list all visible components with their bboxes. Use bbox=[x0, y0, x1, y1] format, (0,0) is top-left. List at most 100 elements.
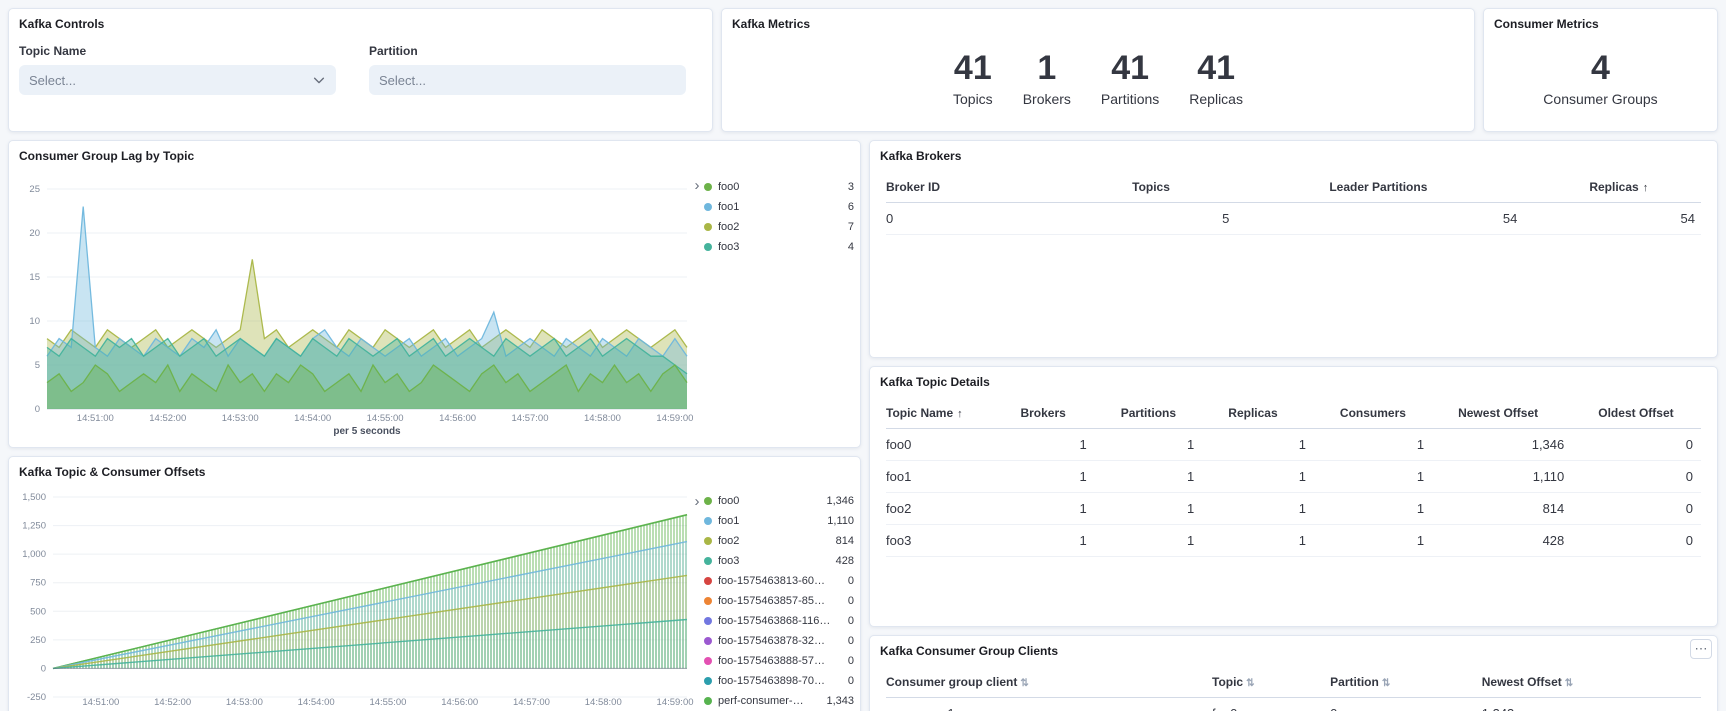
legend-color-dot bbox=[704, 657, 712, 665]
legend-series-value: 814 bbox=[836, 535, 854, 547]
table-cell: 1 bbox=[1121, 525, 1229, 557]
column-header-leader-partitions[interactable]: Leader Partitions bbox=[1329, 171, 1589, 203]
legend-item-foo-1575463868-116-[interactable]: foo-1575463868-116…0 bbox=[704, 611, 854, 631]
partition-select[interactable]: Select... bbox=[369, 65, 686, 95]
legend-item-foo0[interactable]: foo03 bbox=[704, 177, 854, 197]
svg-text:0: 0 bbox=[35, 404, 40, 415]
legend-item-perf-consumer-[interactable]: perf-consumer-…1,343 bbox=[704, 691, 854, 711]
panel-kafka-controls: Kafka Controls Topic Name Select... Part… bbox=[8, 8, 713, 132]
metrics-row: 41 Topics 1 Brokers 41 Partitions 41 Rep… bbox=[722, 51, 1474, 107]
legend-series-name: foo-1575463878-32… bbox=[718, 635, 842, 647]
table-cell: 0 bbox=[1330, 698, 1482, 711]
legend-item-foo3[interactable]: foo34 bbox=[704, 237, 854, 257]
column-header-topics[interactable]: Topics bbox=[1132, 171, 1329, 203]
column-header-topic-name[interactable]: Topic Name↑ bbox=[886, 397, 1020, 429]
table-cell: 54 bbox=[1589, 203, 1701, 235]
legend-item-foo3[interactable]: foo3428 bbox=[704, 551, 854, 571]
panel-kafka-consumer-group-clients: ⋯ Kafka Consumer Group Clients Consumer … bbox=[869, 635, 1718, 711]
column-header-topic[interactable]: Topic⇅ bbox=[1212, 666, 1330, 698]
panel-title: Kafka Topic Details bbox=[870, 367, 1717, 393]
column-header-newest-offset[interactable]: Newest Offset⇅ bbox=[1482, 666, 1701, 698]
panel-kafka-metrics: Kafka Metrics 41 Topics 1 Brokers 41 Par… bbox=[721, 8, 1475, 132]
svg-text:14:52:00: 14:52:00 bbox=[154, 697, 191, 708]
panel-kafka-topic-details: Kafka Topic Details Topic Name↑BrokersPa… bbox=[869, 366, 1718, 627]
topic-name-select[interactable]: Select... bbox=[19, 65, 336, 95]
lag-chart[interactable]: 051015202514:51:0014:52:0014:53:0014:54:… bbox=[11, 175, 701, 447]
chevron-down-icon bbox=[312, 73, 326, 87]
metric-topics: 41 Topics bbox=[953, 51, 993, 107]
legend-item-foo1[interactable]: foo11,110 bbox=[704, 511, 854, 531]
partition-placeholder: Select... bbox=[379, 73, 426, 88]
legend-item-foo2[interactable]: foo27 bbox=[704, 217, 854, 237]
legend-item-foo2[interactable]: foo2814 bbox=[704, 531, 854, 551]
column-header-newest-offset[interactable]: Newest Offset bbox=[1458, 397, 1598, 429]
legend-color-dot bbox=[704, 677, 712, 685]
partition-label: Partition bbox=[369, 44, 686, 58]
table-header-row: Topic Name↑BrokersPartitionsReplicasCons… bbox=[886, 397, 1701, 429]
legend-series-name: foo-1575463898-70… bbox=[718, 675, 842, 687]
column-header-partition[interactable]: Partition⇅ bbox=[1330, 666, 1482, 698]
table-cell: 0 bbox=[886, 203, 1132, 235]
legend-series-value: 6 bbox=[848, 201, 854, 213]
column-header-brokers[interactable]: Brokers bbox=[1020, 397, 1120, 429]
offsets-chart[interactable]: -25002505007501,0001,2501,50014:51:0014:… bbox=[11, 487, 701, 711]
brokers-table: Broker IDTopicsLeader PartitionsReplicas… bbox=[886, 171, 1701, 235]
legend-item-foo0[interactable]: foo01,346 bbox=[704, 491, 854, 511]
table-cell: 5 bbox=[1132, 203, 1329, 235]
svg-text:14:55:00: 14:55:00 bbox=[369, 697, 406, 708]
column-header-oldest-offset[interactable]: Oldest Offset bbox=[1598, 397, 1701, 429]
metric-consumer-groups: 4 Consumer Groups bbox=[1543, 51, 1657, 107]
panel-options-button[interactable]: ⋯ bbox=[1690, 639, 1712, 659]
svg-text:14:54:00: 14:54:00 bbox=[298, 697, 335, 708]
metric-value: 41 bbox=[1101, 51, 1159, 85]
topic-details-table-wrap: Topic Name↑BrokersPartitionsReplicasCons… bbox=[870, 393, 1717, 557]
legend-item-foo-1575463857-85-[interactable]: foo-1575463857-85…0 bbox=[704, 591, 854, 611]
metric-partitions: 41 Partitions bbox=[1101, 51, 1159, 107]
table-cell: foo0 bbox=[886, 429, 1020, 461]
metric-value: 41 bbox=[953, 51, 993, 85]
column-header-consumers[interactable]: Consumers bbox=[1340, 397, 1458, 429]
table-cell: foo1 bbox=[886, 461, 1020, 493]
table-cell: 1 bbox=[1020, 525, 1120, 557]
legend-color-dot bbox=[704, 577, 712, 585]
svg-text:5: 5 bbox=[35, 360, 40, 371]
legend-item-foo-1575463898-70-[interactable]: foo-1575463898-70…0 bbox=[704, 671, 854, 691]
table-cell: 1 bbox=[1121, 493, 1229, 525]
table-cell: 1 bbox=[1121, 461, 1229, 493]
legend-series-value: 1,110 bbox=[827, 515, 854, 527]
column-header-broker-id[interactable]: Broker ID bbox=[886, 171, 1132, 203]
table-cell: 1 bbox=[1228, 461, 1340, 493]
legend-collapse-icon[interactable]: › bbox=[690, 495, 704, 511]
legend-series-name: foo3 bbox=[718, 555, 830, 567]
column-header-replicas[interactable]: Replicas↑ bbox=[1589, 171, 1701, 203]
legend-color-dot bbox=[704, 697, 712, 705]
svg-text:14:59:00: 14:59:00 bbox=[656, 413, 693, 424]
table-cell: 1 bbox=[1228, 429, 1340, 461]
column-header-consumer-group-client[interactable]: Consumer group client⇅ bbox=[886, 666, 1212, 698]
legend-item-foo-1575463878-32-[interactable]: foo-1575463878-32…0 bbox=[704, 631, 854, 651]
legend-collapse-icon[interactable]: › bbox=[690, 179, 704, 195]
metric-label: Replicas bbox=[1189, 91, 1243, 107]
metric-replicas: 41 Replicas bbox=[1189, 51, 1243, 107]
table-cell: 1 bbox=[1340, 493, 1458, 525]
legend-series-value: 4 bbox=[848, 241, 854, 253]
metric-brokers: 1 Brokers bbox=[1023, 51, 1071, 107]
table-cell: 1 bbox=[1228, 525, 1340, 557]
legend-color-dot bbox=[704, 537, 712, 545]
svg-text:14:55:00: 14:55:00 bbox=[367, 413, 404, 424]
column-header-partitions[interactable]: Partitions bbox=[1121, 397, 1229, 429]
legend-item-foo-1575463813-60-[interactable]: foo-1575463813-60…0 bbox=[704, 571, 854, 591]
sortable-icon: ⇅ bbox=[1020, 678, 1028, 689]
metric-value: 41 bbox=[1189, 51, 1243, 85]
legend-item-foo-1575463888-57-[interactable]: foo-1575463888-57…0 bbox=[704, 651, 854, 671]
legend-item-foo1[interactable]: foo16 bbox=[704, 197, 854, 217]
table-cell: 814 bbox=[1458, 493, 1598, 525]
column-header-replicas[interactable]: Replicas bbox=[1228, 397, 1340, 429]
panel-title: Kafka Controls bbox=[9, 9, 712, 35]
offsets-chart-legend: foo01,346foo11,110foo2814foo3428foo-1575… bbox=[704, 491, 854, 711]
clients-table: Consumer group client⇅Topic⇅Partition⇅Ne… bbox=[886, 666, 1701, 711]
table-cell: 1 bbox=[1228, 493, 1340, 525]
table-row: foo211118140 bbox=[886, 493, 1701, 525]
legend-color-dot bbox=[704, 223, 712, 231]
sort-ascending-icon: ↑ bbox=[1643, 182, 1649, 194]
